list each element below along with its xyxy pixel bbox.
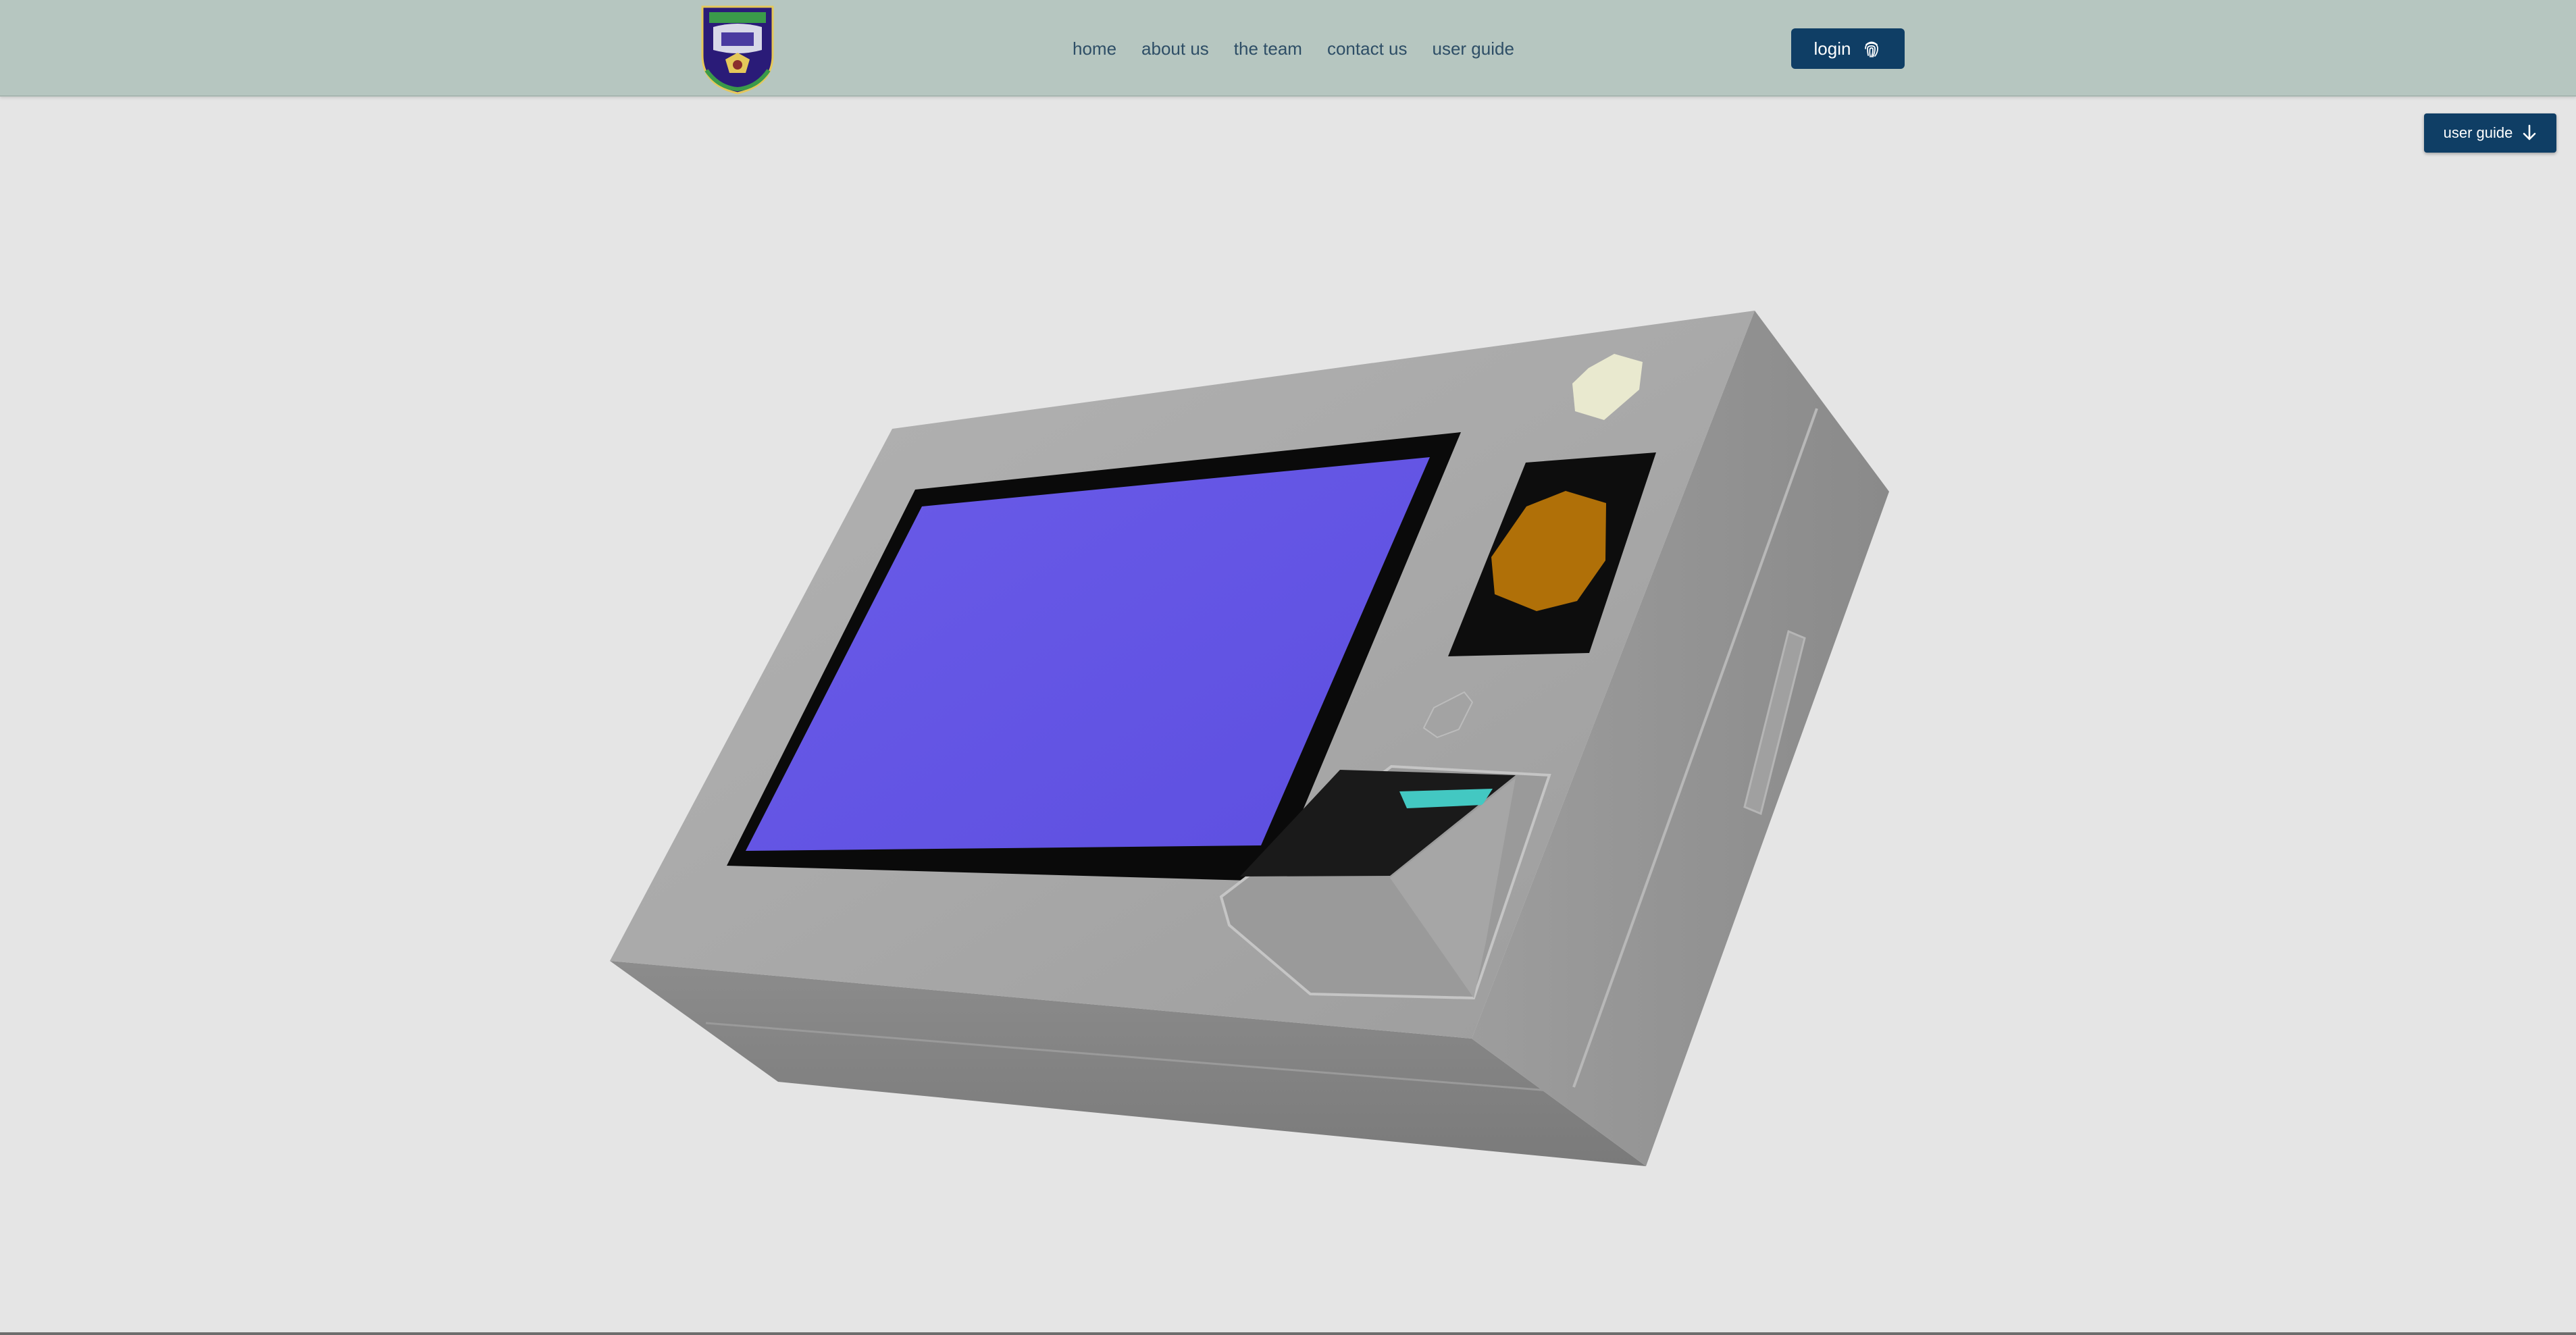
bottom-border — [0, 1332, 2576, 1335]
evoting-device-3d-model[interactable] — [0, 0, 2576, 1335]
